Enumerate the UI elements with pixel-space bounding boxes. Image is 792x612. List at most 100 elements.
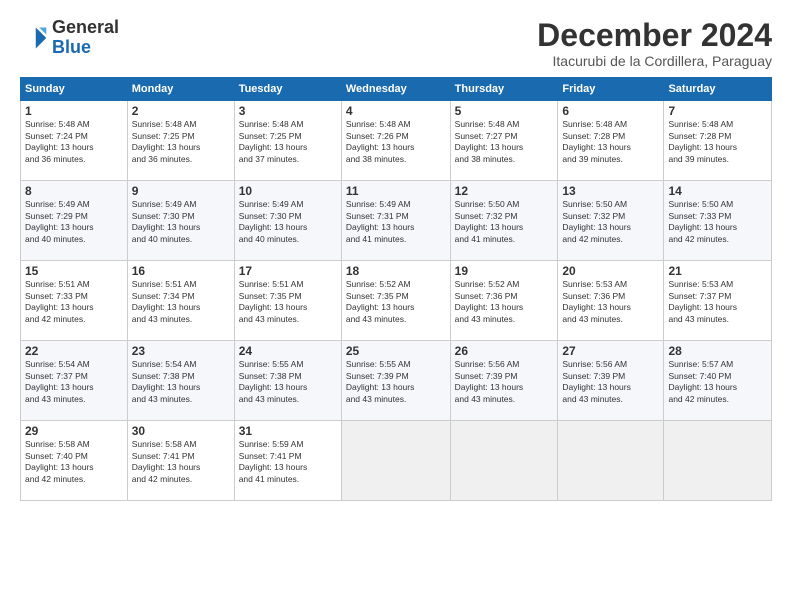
- day-info: Sunrise: 5:56 AMSunset: 7:39 PMDaylight:…: [455, 359, 524, 403]
- day-info: Sunrise: 5:49 AMSunset: 7:31 PMDaylight:…: [346, 199, 415, 243]
- day-number: 21: [668, 264, 767, 278]
- day-info: Sunrise: 5:50 AMSunset: 7:32 PMDaylight:…: [455, 199, 524, 243]
- day-info: Sunrise: 5:49 AMSunset: 7:30 PMDaylight:…: [239, 199, 308, 243]
- calendar-day-cell: 6 Sunrise: 5:48 AMSunset: 7:28 PMDayligh…: [558, 101, 664, 181]
- weekday-header: Friday: [558, 78, 664, 101]
- calendar-week-row: 15 Sunrise: 5:51 AMSunset: 7:33 PMDaylig…: [21, 261, 772, 341]
- logo: General Blue: [20, 18, 119, 58]
- day-info: Sunrise: 5:48 AMSunset: 7:25 PMDaylight:…: [239, 119, 308, 163]
- weekday-header: Sunday: [21, 78, 128, 101]
- calendar-day-cell: 26 Sunrise: 5:56 AMSunset: 7:39 PMDaylig…: [450, 341, 558, 421]
- calendar-day-cell: 12 Sunrise: 5:50 AMSunset: 7:32 PMDaylig…: [450, 181, 558, 261]
- calendar-day-cell: 29 Sunrise: 5:58 AMSunset: 7:40 PMDaylig…: [21, 421, 128, 501]
- day-info: Sunrise: 5:51 AMSunset: 7:35 PMDaylight:…: [239, 279, 308, 323]
- logo-icon: [20, 24, 48, 52]
- calendar-day-cell: 27 Sunrise: 5:56 AMSunset: 7:39 PMDaylig…: [558, 341, 664, 421]
- month-title: December 2024: [537, 18, 772, 53]
- day-info: Sunrise: 5:56 AMSunset: 7:39 PMDaylight:…: [562, 359, 631, 403]
- day-info: Sunrise: 5:52 AMSunset: 7:35 PMDaylight:…: [346, 279, 415, 323]
- day-info: Sunrise: 5:48 AMSunset: 7:28 PMDaylight:…: [562, 119, 631, 163]
- calendar-day-cell: 30 Sunrise: 5:58 AMSunset: 7:41 PMDaylig…: [127, 421, 234, 501]
- day-info: Sunrise: 5:57 AMSunset: 7:40 PMDaylight:…: [668, 359, 737, 403]
- day-number: 23: [132, 344, 230, 358]
- title-block: December 2024 Itacurubi de la Cordillera…: [537, 18, 772, 69]
- calendar-day-cell: 10 Sunrise: 5:49 AMSunset: 7:30 PMDaylig…: [234, 181, 341, 261]
- calendar-week-row: 22 Sunrise: 5:54 AMSunset: 7:37 PMDaylig…: [21, 341, 772, 421]
- day-info: Sunrise: 5:51 AMSunset: 7:33 PMDaylight:…: [25, 279, 94, 323]
- day-number: 10: [239, 184, 337, 198]
- calendar-day-cell: 17 Sunrise: 5:51 AMSunset: 7:35 PMDaylig…: [234, 261, 341, 341]
- day-info: Sunrise: 5:49 AMSunset: 7:30 PMDaylight:…: [132, 199, 201, 243]
- weekday-header: Tuesday: [234, 78, 341, 101]
- day-info: Sunrise: 5:55 AMSunset: 7:39 PMDaylight:…: [346, 359, 415, 403]
- calendar-day-cell: 14 Sunrise: 5:50 AMSunset: 7:33 PMDaylig…: [664, 181, 772, 261]
- day-number: 26: [455, 344, 554, 358]
- day-info: Sunrise: 5:50 AMSunset: 7:32 PMDaylight:…: [562, 199, 631, 243]
- calendar-day-cell: 23 Sunrise: 5:54 AMSunset: 7:38 PMDaylig…: [127, 341, 234, 421]
- day-info: Sunrise: 5:52 AMSunset: 7:36 PMDaylight:…: [455, 279, 524, 323]
- calendar-day-cell: 9 Sunrise: 5:49 AMSunset: 7:30 PMDayligh…: [127, 181, 234, 261]
- calendar-day-cell: 18 Sunrise: 5:52 AMSunset: 7:35 PMDaylig…: [341, 261, 450, 341]
- day-number: 16: [132, 264, 230, 278]
- weekday-header: Wednesday: [341, 78, 450, 101]
- day-info: Sunrise: 5:59 AMSunset: 7:41 PMDaylight:…: [239, 439, 308, 483]
- day-number: 31: [239, 424, 337, 438]
- day-number: 15: [25, 264, 123, 278]
- calendar-table: SundayMondayTuesdayWednesdayThursdayFrid…: [20, 77, 772, 501]
- day-number: 9: [132, 184, 230, 198]
- location: Itacurubi de la Cordillera, Paraguay: [537, 53, 772, 69]
- day-info: Sunrise: 5:58 AMSunset: 7:41 PMDaylight:…: [132, 439, 201, 483]
- day-number: 14: [668, 184, 767, 198]
- calendar-day-cell: 21 Sunrise: 5:53 AMSunset: 7:37 PMDaylig…: [664, 261, 772, 341]
- calendar-day-cell: 7 Sunrise: 5:48 AMSunset: 7:28 PMDayligh…: [664, 101, 772, 181]
- calendar-day-cell: 16 Sunrise: 5:51 AMSunset: 7:34 PMDaylig…: [127, 261, 234, 341]
- day-info: Sunrise: 5:49 AMSunset: 7:29 PMDaylight:…: [25, 199, 94, 243]
- calendar-day-cell: 13 Sunrise: 5:50 AMSunset: 7:32 PMDaylig…: [558, 181, 664, 261]
- day-number: 22: [25, 344, 123, 358]
- day-number: 7: [668, 104, 767, 118]
- day-number: 1: [25, 104, 123, 118]
- day-info: Sunrise: 5:51 AMSunset: 7:34 PMDaylight:…: [132, 279, 201, 323]
- day-number: 24: [239, 344, 337, 358]
- calendar-day-cell: [664, 421, 772, 501]
- day-info: Sunrise: 5:48 AMSunset: 7:25 PMDaylight:…: [132, 119, 201, 163]
- calendar-week-row: 29 Sunrise: 5:58 AMSunset: 7:40 PMDaylig…: [21, 421, 772, 501]
- day-number: 5: [455, 104, 554, 118]
- day-number: 13: [562, 184, 659, 198]
- calendar-day-cell: 19 Sunrise: 5:52 AMSunset: 7:36 PMDaylig…: [450, 261, 558, 341]
- calendar-day-cell: 31 Sunrise: 5:59 AMSunset: 7:41 PMDaylig…: [234, 421, 341, 501]
- day-number: 12: [455, 184, 554, 198]
- calendar-day-cell: 15 Sunrise: 5:51 AMSunset: 7:33 PMDaylig…: [21, 261, 128, 341]
- weekday-header: Thursday: [450, 78, 558, 101]
- day-info: Sunrise: 5:48 AMSunset: 7:27 PMDaylight:…: [455, 119, 524, 163]
- day-info: Sunrise: 5:53 AMSunset: 7:36 PMDaylight:…: [562, 279, 631, 323]
- logo-blue-text: Blue: [52, 38, 119, 58]
- calendar-day-cell: 20 Sunrise: 5:53 AMSunset: 7:36 PMDaylig…: [558, 261, 664, 341]
- day-info: Sunrise: 5:54 AMSunset: 7:38 PMDaylight:…: [132, 359, 201, 403]
- calendar-day-cell: 1 Sunrise: 5:48 AMSunset: 7:24 PMDayligh…: [21, 101, 128, 181]
- day-info: Sunrise: 5:48 AMSunset: 7:24 PMDaylight:…: [25, 119, 94, 163]
- calendar-day-cell: 22 Sunrise: 5:54 AMSunset: 7:37 PMDaylig…: [21, 341, 128, 421]
- calendar-day-cell: 4 Sunrise: 5:48 AMSunset: 7:26 PMDayligh…: [341, 101, 450, 181]
- calendar-day-cell: 24 Sunrise: 5:55 AMSunset: 7:38 PMDaylig…: [234, 341, 341, 421]
- calendar-day-cell: 2 Sunrise: 5:48 AMSunset: 7:25 PMDayligh…: [127, 101, 234, 181]
- day-number: 20: [562, 264, 659, 278]
- weekday-header: Monday: [127, 78, 234, 101]
- calendar-day-cell: 28 Sunrise: 5:57 AMSunset: 7:40 PMDaylig…: [664, 341, 772, 421]
- day-number: 3: [239, 104, 337, 118]
- calendar-day-cell: 8 Sunrise: 5:49 AMSunset: 7:29 PMDayligh…: [21, 181, 128, 261]
- day-number: 11: [346, 184, 446, 198]
- weekday-header: Saturday: [664, 78, 772, 101]
- day-number: 18: [346, 264, 446, 278]
- day-number: 6: [562, 104, 659, 118]
- logo-general-text: General: [52, 18, 119, 38]
- calendar-week-row: 8 Sunrise: 5:49 AMSunset: 7:29 PMDayligh…: [21, 181, 772, 261]
- day-info: Sunrise: 5:54 AMSunset: 7:37 PMDaylight:…: [25, 359, 94, 403]
- day-number: 25: [346, 344, 446, 358]
- day-number: 4: [346, 104, 446, 118]
- calendar-day-cell: [450, 421, 558, 501]
- page: General Blue December 2024 Itacurubi de …: [0, 0, 792, 612]
- calendar-week-row: 1 Sunrise: 5:48 AMSunset: 7:24 PMDayligh…: [21, 101, 772, 181]
- day-info: Sunrise: 5:58 AMSunset: 7:40 PMDaylight:…: [25, 439, 94, 483]
- day-number: 27: [562, 344, 659, 358]
